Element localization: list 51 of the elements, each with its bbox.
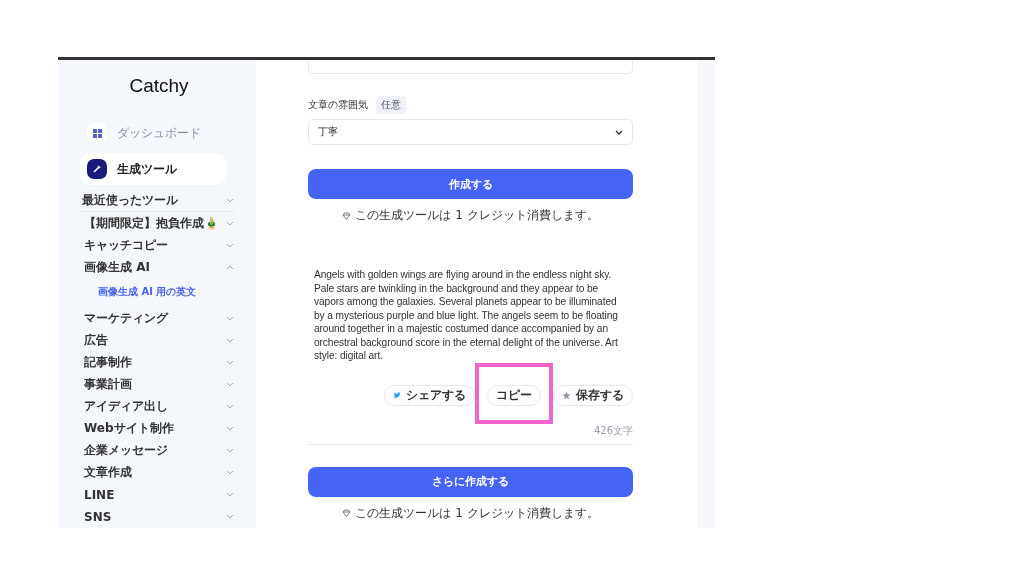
chevron-down-icon (226, 492, 234, 498)
chevron-up-icon (226, 264, 234, 270)
chevron-down-icon (226, 242, 234, 248)
chevron-down-icon (226, 316, 234, 322)
category-item[interactable]: アイディア出し (84, 396, 234, 418)
chevron-down-icon (226, 338, 234, 344)
share-button[interactable]: シェアする (384, 384, 475, 406)
tool-link[interactable]: 画像生成 AI 用の英文 (98, 278, 256, 308)
gem-icon (342, 509, 352, 517)
chevron-down-icon (226, 360, 234, 366)
chevron-down-icon (226, 197, 234, 203)
gem-icon (342, 211, 352, 220)
category-item[interactable]: 最近使ったツール (80, 189, 234, 212)
star-icon (562, 390, 571, 400)
credit-note: この生成ツールは 1 クレジット消費します。 (355, 207, 599, 224)
logo: Catchy (129, 75, 189, 97)
chevron-down-icon (226, 514, 234, 520)
category-item[interactable]: キャッチコピー (84, 234, 234, 256)
chevron-down-icon (226, 382, 234, 388)
category-item[interactable]: 広告 (84, 330, 234, 352)
credit-note: この生成ツールは 1 クレジット消費します。 (355, 504, 599, 522)
save-button[interactable]: 保存する (553, 384, 633, 406)
category-item[interactable]: 画像生成 AI (84, 256, 234, 278)
chevron-down-icon (615, 129, 623, 135)
nav-item[interactable]: 生成ツール (80, 153, 226, 185)
bird-icon (393, 391, 401, 399)
copy-button[interactable]: コピー (487, 384, 541, 406)
chevron-down-icon (226, 470, 234, 476)
category-item[interactable]: 文章作成 (84, 462, 234, 484)
category-item[interactable]: 事業計画 (84, 374, 234, 396)
category-item[interactable]: 記事制作 (84, 352, 234, 374)
field-label: 文章の雰囲気 (308, 98, 368, 112)
optional-badge: 任意 (376, 96, 406, 114)
category-item[interactable]: Webサイト制作 (84, 418, 234, 440)
category-item[interactable]: 【期間限定】抱負作成🎍 (84, 212, 234, 234)
input-field[interactable] (308, 60, 633, 74)
char-count: 426文字 (593, 423, 633, 438)
create-more-button[interactable]: さらに作成する (308, 466, 633, 497)
category-item[interactable]: マーケティング (84, 308, 234, 330)
chevron-down-icon (226, 220, 234, 226)
grid-icon (92, 128, 102, 138)
result-text: Angels with golden wings are flying around in the endless night sky. Pale stars are twinkling in the background and they appear to be vapors among the galaxies. Several planets appear to be illuminated by a mysterious purple and blue light. The angels seem to be floating around together in a majestic costumed dance accompanied by an orchestral background score in the eternal delight of the universe. Art style: digital art. (313, 268, 619, 363)
category-item[interactable]: 企業メッセージ (84, 440, 234, 462)
category-item[interactable]: SNS (84, 506, 234, 528)
pen-icon (92, 164, 102, 174)
chevron-down-icon (226, 404, 234, 410)
category-item[interactable]: LINE (84, 484, 234, 506)
create-button[interactable]: 作成する (308, 169, 633, 199)
tone-select[interactable]: 丁寧 (308, 119, 633, 145)
chevron-down-icon (226, 448, 234, 454)
chevron-down-icon (226, 426, 234, 432)
